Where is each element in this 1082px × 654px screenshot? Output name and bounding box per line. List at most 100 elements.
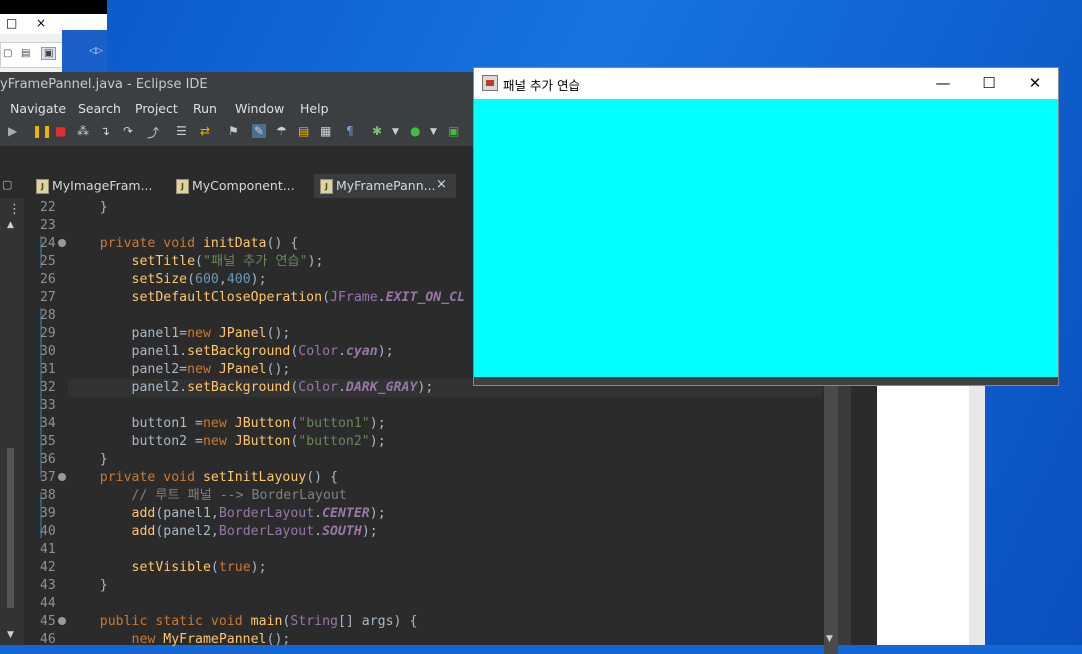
chevron-down-icon[interactable]: ▼ xyxy=(430,127,437,137)
line-number: 41 xyxy=(24,541,68,559)
restore-button[interactable]: □ xyxy=(6,16,17,30)
close-button[interactable]: × xyxy=(36,16,46,30)
code-token: private void xyxy=(68,236,203,251)
toolbar-icon[interactable]: ▤ xyxy=(298,124,309,138)
code-token: } xyxy=(68,578,108,593)
code-token: ( xyxy=(195,254,203,269)
code-token: ); xyxy=(369,434,386,449)
java-file-icon: J xyxy=(320,179,333,194)
code-token: ( xyxy=(322,290,331,305)
toolbar-icon[interactable]: ⇄ xyxy=(200,124,210,138)
more-options-icon[interactable]: ⋮ xyxy=(8,202,21,217)
line-number: 40 xyxy=(24,523,68,541)
scroll-up-arrow[interactable]: ▲ xyxy=(7,220,14,230)
window-top-strip xyxy=(0,0,107,14)
code-line[interactable]: // 루트 패널 --> BorderLayout xyxy=(68,487,822,505)
code-token: (panel2, xyxy=(155,524,219,539)
scroll-down-arrow[interactable]: ▼ xyxy=(826,634,833,644)
tab-myframepannel[interactable]: J MyFramePann... × xyxy=(314,174,456,200)
run-icon[interactable]: ● xyxy=(410,124,420,138)
code-token: } xyxy=(68,452,108,467)
toolbar-icon[interactable]: ☂ xyxy=(276,124,287,138)
menu-project[interactable]: Project xyxy=(135,101,178,116)
maximize-button[interactable]: ☐ xyxy=(966,68,1012,99)
code-line[interactable]: public static void main(String[] args) { xyxy=(68,613,822,631)
chevron-down-icon[interactable]: ▼ xyxy=(392,127,399,137)
menu-help[interactable]: Help xyxy=(300,101,329,116)
code-line[interactable]: add(panel1,BorderLayout.CENTER); xyxy=(68,505,822,523)
line-number-text: 39 xyxy=(40,506,56,521)
code-token: public static void xyxy=(68,614,251,629)
tab-label: MyComponent... xyxy=(192,178,295,193)
line-number: 28 xyxy=(24,307,68,325)
line-number: 43 xyxy=(24,577,68,595)
background-window[interactable]: □ × ▢ ▤ ▣ ◁▷ xyxy=(0,0,107,72)
code-token: JButton xyxy=(234,434,291,449)
close-icon[interactable]: × xyxy=(436,177,447,192)
line-number: 46 xyxy=(24,631,68,649)
tab-mycomponent[interactable]: J MyComponent... xyxy=(170,174,312,198)
toolbar-icon[interactable]: ▦ xyxy=(320,124,331,138)
suspend-icon[interactable]: ❚❚ xyxy=(32,124,52,138)
code-token: [] args) { xyxy=(337,614,418,629)
code-token: setInitLayouy xyxy=(202,470,307,485)
scroll-down-arrow[interactable]: ▼ xyxy=(7,630,14,640)
line-number: 27 xyxy=(24,289,68,307)
line-number-text: 23 xyxy=(40,218,56,233)
resume-icon[interactable]: ▶ xyxy=(8,124,17,138)
code-token: "button2" xyxy=(298,434,370,449)
step-over-icon[interactable]: ↷ xyxy=(123,124,133,138)
code-line[interactable]: button1 =new JButton("button1"); xyxy=(68,415,822,433)
code-token: ); xyxy=(307,254,324,269)
code-line[interactable]: button2 =new JButton("button2"); xyxy=(68,433,822,451)
menu-search[interactable]: Search xyxy=(78,101,121,116)
menu-window[interactable]: Window xyxy=(235,101,284,116)
minimize-button[interactable]: — xyxy=(920,68,966,99)
toolbar-icon[interactable]: ⚑ xyxy=(228,124,239,138)
tab-myimageframe[interactable]: J MyImageFram... xyxy=(30,174,170,198)
java-file-icon: J xyxy=(176,179,189,194)
code-line[interactable]: private void setInitLayouy() { xyxy=(68,469,822,487)
toolbar-icon[interactable]: ▢ xyxy=(3,48,12,59)
code-token: . xyxy=(337,344,346,359)
code-token: () { xyxy=(306,470,338,485)
tab-label: MyFramePann... xyxy=(336,178,436,193)
show-whitespace-icon[interactable]: ¶ xyxy=(346,124,354,138)
java-frame-title: 패널 추가 연습 xyxy=(503,78,580,93)
code-token: () { xyxy=(266,236,299,251)
menu-run[interactable]: Run xyxy=(193,101,217,116)
toolbar-icon[interactable]: ☰ xyxy=(176,124,187,138)
code-token: "패널 추가 연습" xyxy=(203,254,308,269)
code-line[interactable]: } xyxy=(68,577,822,595)
fold-toggle-icon[interactable] xyxy=(58,617,66,625)
code-line[interactable] xyxy=(68,595,822,613)
debug-icon[interactable]: ✱ xyxy=(372,124,382,138)
line-number-text: 24 xyxy=(40,236,56,251)
code-line[interactable]: add(panel2,BorderLayout.SOUTH); xyxy=(68,523,822,541)
fold-toggle-icon[interactable] xyxy=(58,473,66,481)
line-number-text: 28 xyxy=(40,308,56,323)
close-button[interactable]: ✕ xyxy=(1012,68,1058,99)
mark-occurrences-icon[interactable]: ✎ xyxy=(252,124,267,138)
ruler-thumb[interactable] xyxy=(7,448,14,608)
code-token: panel1. xyxy=(68,344,188,359)
code-line[interactable]: setVisible(true); xyxy=(68,559,822,577)
toolbar-icon[interactable]: ▤ xyxy=(21,48,30,59)
code-line[interactable] xyxy=(68,397,822,415)
code-line[interactable] xyxy=(68,541,822,559)
line-number: 31 xyxy=(24,361,68,379)
code-line[interactable]: new MyFramePannel(); xyxy=(68,631,822,649)
step-return-icon[interactable]: ⤴ xyxy=(147,124,159,141)
code-token: main xyxy=(250,614,283,629)
terminate-icon[interactable]: ■ xyxy=(55,124,66,138)
menu-navigate[interactable]: Navigate xyxy=(10,101,66,116)
minimize-view-icon[interactable]: ▢ xyxy=(2,178,12,191)
code-line[interactable]: } xyxy=(68,451,822,469)
disconnect-icon[interactable]: ⁂ xyxy=(77,124,89,138)
external-tools-icon[interactable]: ▣ xyxy=(448,124,459,138)
toolbar-icon[interactable]: ▣ xyxy=(41,47,57,60)
step-into-icon[interactable]: ↴ xyxy=(100,124,110,138)
fold-toggle-icon[interactable] xyxy=(58,239,66,247)
java-frame-window[interactable]: 패널 추가 연습 — ☐ ✕ xyxy=(474,68,1058,385)
java-frame-titlebar[interactable]: 패널 추가 연습 — ☐ ✕ xyxy=(474,68,1058,99)
